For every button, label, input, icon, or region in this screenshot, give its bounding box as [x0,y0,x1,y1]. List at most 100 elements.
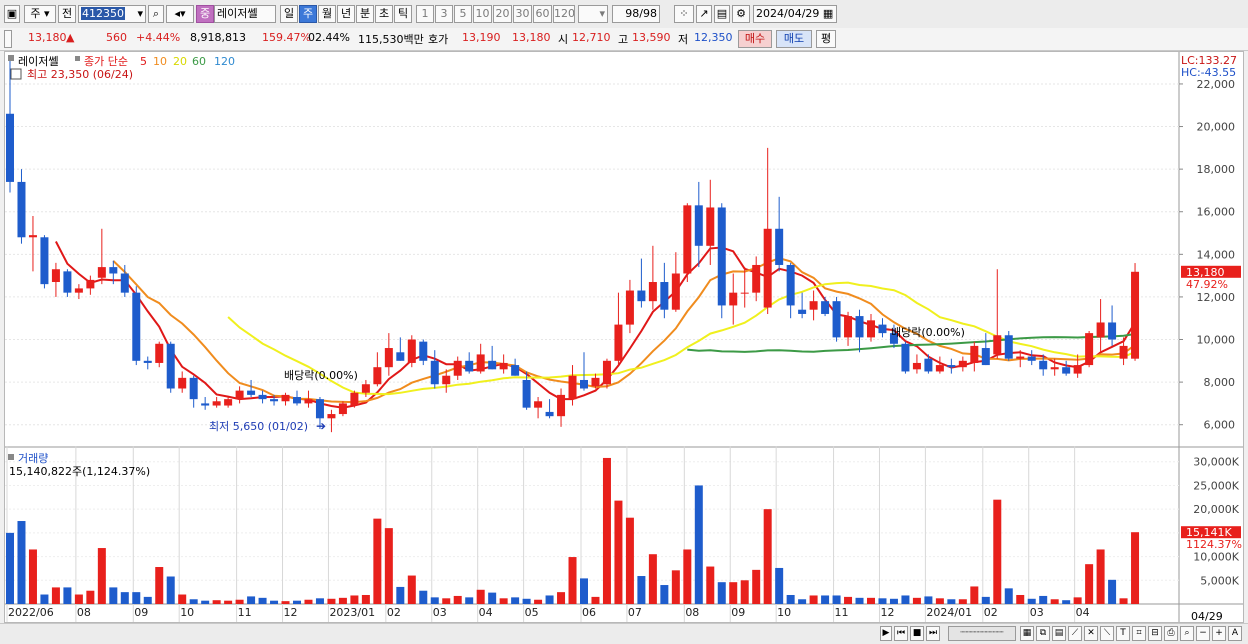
time-tick-label: 09 [731,606,745,619]
candle-body [878,324,887,334]
candle-body [338,403,347,415]
sell-button[interactable]: 매도 [776,30,812,48]
candle-body [86,279,95,289]
evaluate-button[interactable]: 평 [816,30,836,48]
zoom-icon[interactable]: ⌕ [1180,626,1194,641]
candle-body [958,360,967,368]
volume-bar [166,576,175,604]
line-icon[interactable]: ⟍ [1100,626,1114,641]
bottom-bar: ▶ ⏮ ■ ⏭ ┈┈┈┈┈┈┈┈ ▦ ⧉ ▤ ⟋ ✕ ⟍ T ⌗ ⊟ ⎙ ⌕ −… [0,623,1248,644]
period-day[interactable]: 일 [280,5,298,23]
scroll-end-icon[interactable]: ⏭ [926,626,940,641]
volume-bar [809,595,818,604]
volume-bar [40,594,49,604]
print-icon[interactable]: ⎙ [1164,626,1178,641]
volume-bar [568,557,577,604]
price-volume-chart[interactable]: 6,000 8,000 10,000 12,000 14,000 16,000 18,000… [5,52,1243,623]
candle-body [63,271,72,293]
time-tick-label: 03 [433,606,447,619]
minute-30[interactable]: 30 [513,5,532,23]
market-select[interactable]: 주 ▾ [24,5,56,23]
zoom-slider[interactable]: ┈┈┈┈┈┈┈┈ [948,626,1016,641]
speaker-icon[interactable]: ◂▾ [166,5,194,23]
custom-period-dropdown-icon[interactable]: ▾ [599,6,607,22]
minute-60[interactable]: 60 [533,5,552,23]
volume-bar [293,600,301,604]
period-minute[interactable]: 분 [356,5,374,23]
volume-tick-label: 25,000K [1193,479,1239,492]
volume-tick-label: 30,000K [1193,456,1239,469]
table-icon[interactable]: ▤ [1052,626,1066,641]
auto-scale-icon[interactable]: A [1228,626,1242,641]
ruler-icon[interactable]: ⊟ [1148,626,1162,641]
period-year[interactable]: 년 [337,5,355,23]
candle-body [1039,360,1048,370]
volume-bar [821,595,830,604]
volume-bar [338,597,347,604]
volume-value: 8,918,813 [190,31,246,44]
quote-handle-icon [4,30,12,48]
cross-icon[interactable]: ✕ [1084,626,1098,641]
code-dropdown-icon[interactable]: ▾ [137,6,145,22]
period-second[interactable]: 초 [375,5,393,23]
low-label: 저 [678,33,689,46]
period-week[interactable]: 주 [299,5,317,23]
gear-icon[interactable]: ⚙ [732,5,750,23]
save-icon[interactable]: ▤ [714,5,730,23]
volume-bar [235,599,244,604]
period-month[interactable]: 월 [318,5,336,23]
candle-body [1016,356,1025,359]
stock-name-field[interactable]: 레이저쎌 [214,5,276,23]
time-tick-label: 10 [777,606,791,619]
layout-icon[interactable]: ▦ [1020,626,1034,641]
volume-bar [1073,597,1082,604]
count-field[interactable]: 98/98 [612,5,660,23]
date-field[interactable]: 2024/04/29 ▦ [753,5,837,23]
draw-icon[interactable]: ↗ [696,5,712,23]
measure-icon[interactable]: ⌗ [1132,626,1146,641]
grid-icon[interactable]: ⁘ [674,5,694,23]
minute-120[interactable]: 120 [553,5,575,23]
time-tick-label: 11 [835,606,849,619]
minute-5[interactable]: 5 [454,5,472,23]
ma-legend-label: 종가 단순 [84,55,128,68]
candle-body [327,414,336,419]
scroll-start-icon[interactable]: ⏮ [894,626,908,641]
candle-body [120,273,129,293]
volume-tick-label: 5,000K [1200,574,1239,587]
volume-bar [327,598,336,604]
volume-bar [614,500,623,604]
volume-bar [120,592,129,604]
scope-select[interactable]: 전 [58,5,76,23]
stock-badge: 중 [196,5,214,23]
volume-bar [637,576,646,604]
copy-icon[interactable]: ⧉ [1036,626,1050,641]
candle-body [247,390,256,395]
buy-button[interactable]: 매수 [738,30,772,48]
minute-1[interactable]: 1 [416,5,434,23]
trend-icon[interactable]: ⟋ [1068,626,1082,641]
dividend-note-2: 배당락(0.00%) [891,326,965,339]
candle-body [970,345,979,363]
minute-3[interactable]: 3 [435,5,453,23]
window-icon[interactable]: ▣ [4,5,20,23]
custom-period-select[interactable]: ▾ [578,5,608,23]
candle-body [786,264,795,306]
stop-icon[interactable]: ■ [910,626,924,641]
candle-body [488,360,497,370]
text-icon[interactable]: T [1116,626,1130,641]
zoom-out-icon[interactable]: − [1196,626,1210,641]
minute-20[interactable]: 20 [493,5,512,23]
search-icon[interactable]: ⌕ [148,5,164,23]
scroll-right-icon[interactable]: ▶ [880,626,892,641]
calendar-icon[interactable]: ▦ [823,7,833,20]
candle-body [1108,322,1117,340]
candle-body [270,399,279,402]
minute-10[interactable]: 10 [473,5,492,23]
zoom-in-icon[interactable]: + [1212,626,1226,641]
volume-bar [430,597,439,604]
volume-title: 거래량 [18,452,48,465]
code-input[interactable]: 412350 ▾ [78,5,146,23]
period-tick[interactable]: 틱 [394,5,412,23]
volume-bar [706,566,715,604]
